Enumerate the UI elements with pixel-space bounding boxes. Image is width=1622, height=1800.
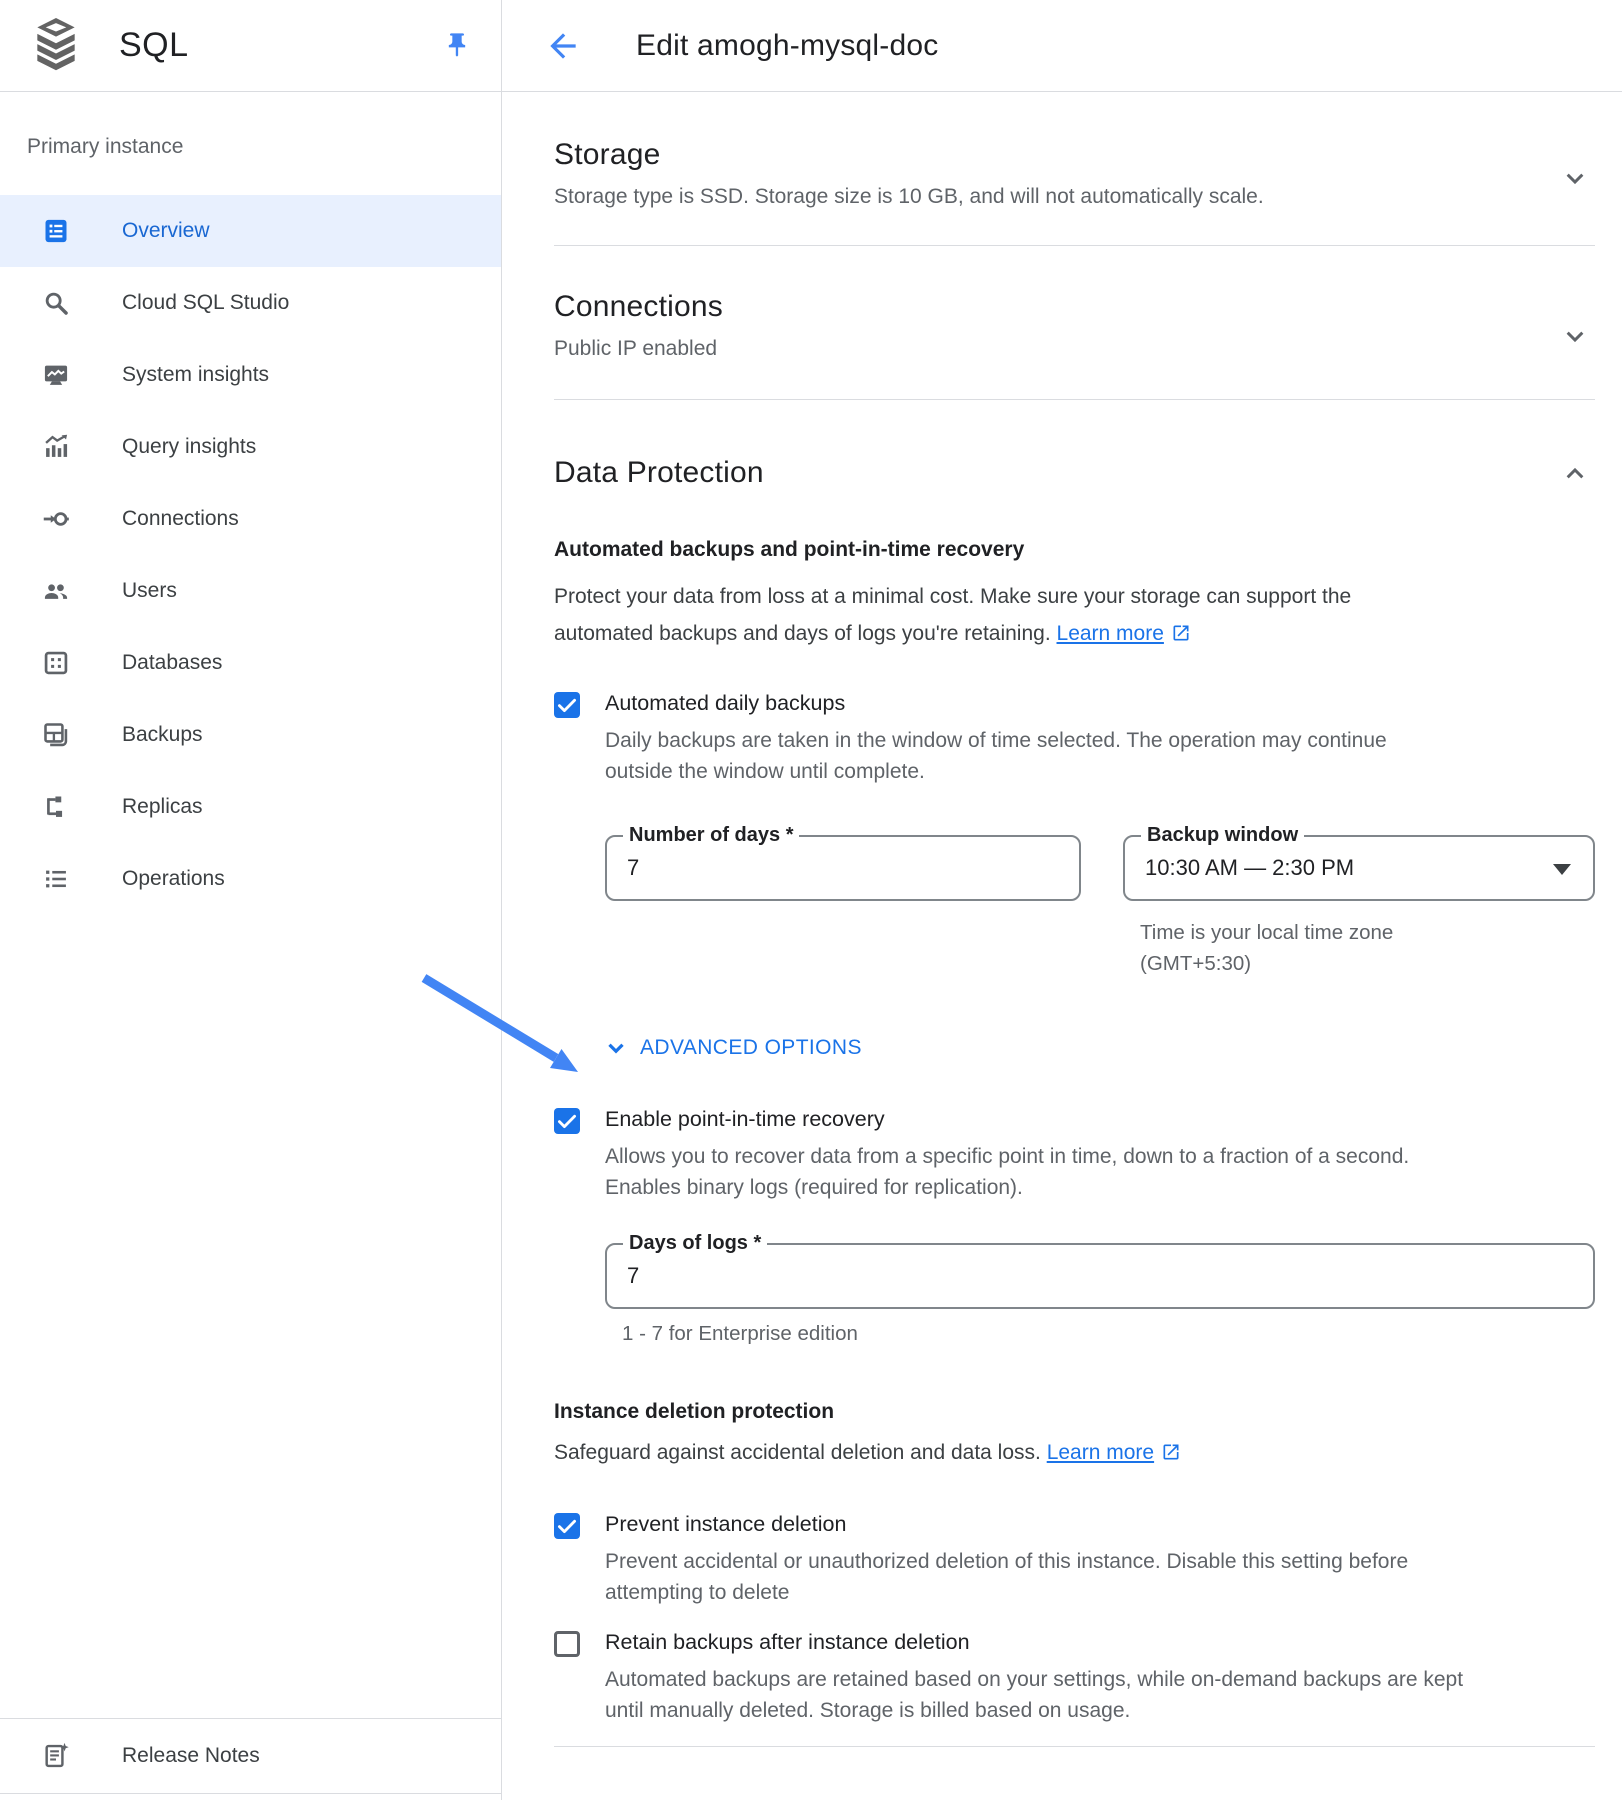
automated-daily-backups-label: Automated daily backups	[605, 691, 1387, 716]
prevent-instance-deletion-checkbox[interactable]	[554, 1513, 580, 1539]
cloud-sql-logo-icon	[33, 18, 79, 74]
automated-backups-heading: Automated backups and point-in-time reco…	[554, 538, 1595, 562]
system-insights-icon	[42, 361, 70, 389]
sidebar-item-backups[interactable]: Backups	[0, 699, 501, 771]
backup-fields-row: Number of days * 7 Backup window 10:30 A…	[605, 835, 1595, 901]
storage-section-title: Storage	[554, 138, 1264, 172]
instance-deletion-protection-intro: Safeguard against accidental deletion an…	[554, 1441, 1595, 1468]
pin-icon[interactable]	[443, 31, 471, 59]
learn-more-link[interactable]: Learn more	[1047, 1441, 1154, 1464]
operations-icon	[42, 865, 70, 893]
sidebar-item-label: Connections	[122, 507, 239, 531]
automated-daily-backups-checkbox[interactable]	[554, 692, 580, 718]
advanced-options-label: ADVANCED OPTIONS	[640, 1036, 862, 1060]
sidebar-item-cloud-sql-studio[interactable]: Cloud SQL Studio	[0, 267, 501, 339]
prevent-instance-deletion-label: Prevent instance deletion	[605, 1512, 1408, 1537]
sidebar-item-label: Backups	[122, 723, 203, 747]
sidebar-item-overview[interactable]: Overview	[0, 195, 501, 267]
external-link-icon	[1171, 618, 1191, 655]
sidebar-item-users[interactable]: Users	[0, 555, 501, 627]
replicas-icon	[42, 793, 70, 821]
query-insights-icon	[42, 433, 70, 461]
sidebar-item-databases[interactable]: Databases	[0, 627, 501, 699]
sidebar-item-label: Databases	[122, 651, 222, 675]
connections-section-summary: Public IP enabled	[554, 337, 723, 361]
product-name: SQL	[119, 26, 189, 65]
users-icon	[42, 577, 70, 605]
learn-more-link[interactable]: Learn more	[1057, 622, 1164, 645]
sidebar-item-connections[interactable]: Connections	[0, 483, 501, 555]
section-data-protection: Data Protection Automated backups and po…	[554, 400, 1595, 1747]
timezone-helper-text: Time is your local time zone (GMT+5:30)	[1123, 917, 1393, 979]
advanced-options-toggle[interactable]: ADVANCED OPTIONS	[603, 1035, 862, 1061]
chevron-down-icon	[603, 1035, 629, 1061]
sidebar-item-label: Users	[122, 579, 177, 603]
days-of-logs-field[interactable]: Days of logs * 7	[605, 1243, 1595, 1309]
databases-icon	[42, 649, 70, 677]
storage-section-summary: Storage type is SSD. Storage size is 10 …	[554, 185, 1264, 209]
back-arrow-icon[interactable]	[544, 27, 582, 65]
sidebar-item-label: System insights	[122, 363, 269, 387]
point-in-time-recovery-label: Enable point-in-time recovery	[605, 1107, 1409, 1132]
backups-icon	[42, 721, 70, 749]
page-title: Edit amogh-mysql-doc	[636, 29, 938, 63]
release-notes-icon	[42, 1742, 70, 1770]
dropdown-caret-icon	[1553, 864, 1571, 875]
sidebar-item-label: Query insights	[122, 435, 256, 459]
backup-window-label: Backup window	[1141, 824, 1304, 847]
days-of-logs-label: Days of logs *	[623, 1232, 767, 1255]
sidebar-section-label: Primary instance	[0, 92, 501, 195]
number-of-days-label: Number of days *	[623, 824, 799, 847]
page-header: Edit amogh-mysql-doc	[502, 0, 1622, 92]
days-of-logs-helper: 1 - 7 for Enterprise edition	[622, 1322, 1595, 1346]
section-storage: Storage Storage type is SSD. Storage siz…	[554, 92, 1595, 246]
sidebar-item-label: Overview	[122, 219, 210, 243]
backup-window-select[interactable]: Backup window 10:30 AM — 2:30 PM	[1123, 835, 1595, 901]
intro-line-1: Protect your data from loss at a minimal…	[554, 578, 1554, 615]
connections-section-title: Connections	[554, 290, 723, 324]
sidebar-item-system-insights[interactable]: System insights	[0, 339, 501, 411]
retain-backups-row: Retain backups after instance deletion A…	[554, 1630, 1595, 1726]
automated-daily-backups-description: Daily backups are taken in the window of…	[605, 725, 1387, 787]
sidebar-item-release-notes[interactable]: Release Notes	[0, 1718, 501, 1794]
point-in-time-recovery-checkbox[interactable]	[554, 1108, 580, 1134]
days-of-logs-wrap: Days of logs * 7 1 - 7 for Enterprise ed…	[605, 1243, 1595, 1346]
backup-window-helper-row: Time is your local time zone (GMT+5:30)	[605, 901, 1595, 979]
sidebar-header: SQL	[0, 0, 501, 92]
retain-backups-description: Automated backups are retained based on …	[605, 1664, 1463, 1726]
external-link-icon	[1161, 1442, 1181, 1468]
point-in-time-recovery-row: Enable point-in-time recovery Allows you…	[554, 1107, 1595, 1203]
overview-icon	[42, 217, 70, 245]
intro-line-2: automated backups and days of logs you'r…	[554, 615, 1554, 655]
retain-backups-checkbox[interactable]	[554, 1631, 580, 1657]
prevent-instance-deletion-description: Prevent accidental or unauthorized delet…	[605, 1546, 1408, 1608]
cloud-sql-edit-page: SQL Primary instance Overview	[0, 0, 1622, 1800]
search-icon	[42, 289, 70, 317]
edit-form: Storage Storage type is SSD. Storage siz…	[502, 92, 1622, 1747]
sidebar: SQL Primary instance Overview	[0, 0, 502, 1800]
sidebar-item-replicas[interactable]: Replicas	[0, 771, 501, 843]
point-in-time-recovery-description: Allows you to recover data from a specif…	[605, 1141, 1409, 1203]
sidebar-item-query-insights[interactable]: Query insights	[0, 411, 501, 483]
number-of-days-field[interactable]: Number of days * 7	[605, 835, 1081, 901]
main-panel: Edit amogh-mysql-doc Storage Storage typ…	[502, 0, 1622, 1800]
connections-expand-chevron-down-icon[interactable]	[1559, 320, 1591, 352]
automated-daily-backups-row: Automated daily backups Daily backups ar…	[554, 691, 1595, 787]
sidebar-item-label: Operations	[122, 867, 225, 891]
connections-icon	[42, 505, 70, 533]
automated-backups-intro: Protect your data from loss at a minimal…	[554, 578, 1554, 655]
storage-expand-chevron-down-icon[interactable]	[1559, 162, 1591, 194]
instance-deletion-protection-heading: Instance deletion protection	[554, 1400, 1595, 1424]
sidebar-item-label: Release Notes	[122, 1744, 260, 1768]
sidebar-item-operations[interactable]: Operations	[0, 843, 501, 915]
section-connections: Connections Public IP enabled	[554, 246, 1595, 400]
sidebar-item-label: Replicas	[122, 795, 203, 819]
data-protection-collapse-chevron-up-icon[interactable]	[1559, 458, 1591, 490]
sidebar-item-label: Cloud SQL Studio	[122, 291, 289, 315]
data-protection-section-title: Data Protection	[554, 456, 764, 490]
retain-backups-label: Retain backups after instance deletion	[605, 1630, 1463, 1655]
prevent-instance-deletion-row: Prevent instance deletion Prevent accide…	[554, 1512, 1595, 1608]
